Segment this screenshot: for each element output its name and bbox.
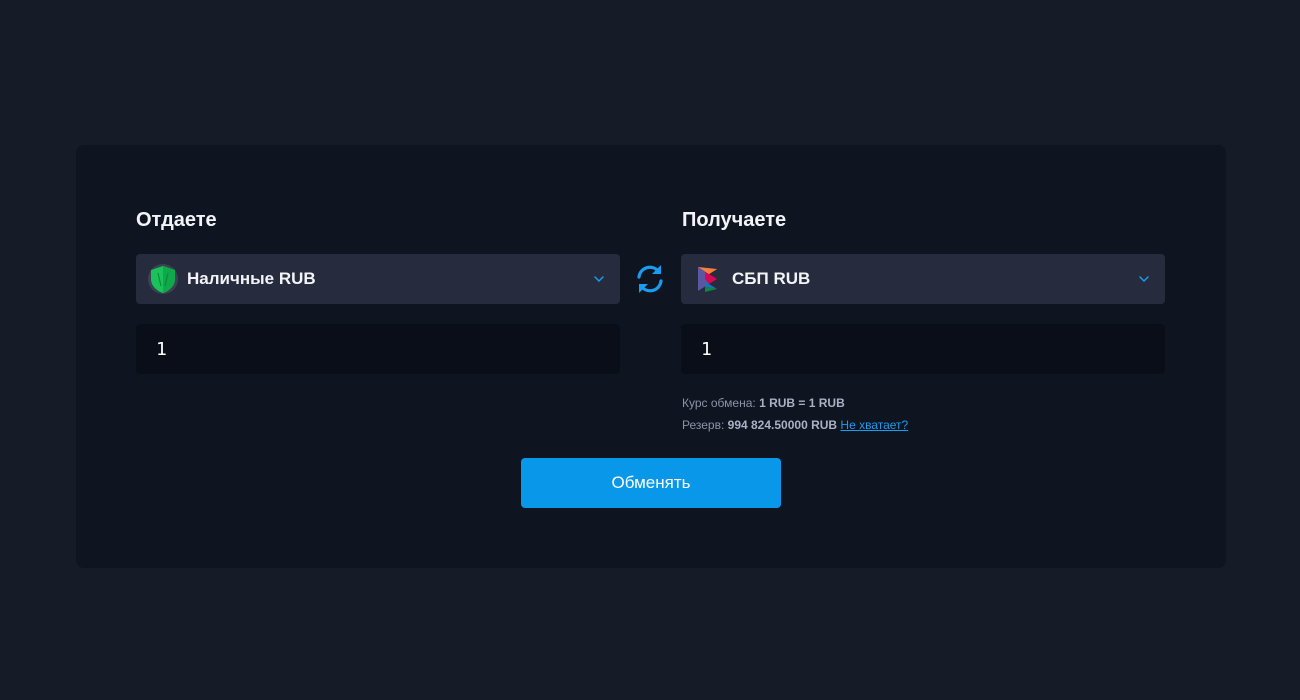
chevron-down-icon bbox=[594, 276, 604, 283]
exchange-card: Отдаете Наличные RUB Получаете СБП bbox=[76, 145, 1226, 568]
receive-currency-label: СБП RUB bbox=[732, 269, 811, 288]
reserve-value: 994 824.50000 RUB bbox=[727, 418, 838, 432]
receive-amount-input[interactable] bbox=[681, 324, 1165, 374]
chevron-down-icon bbox=[1139, 276, 1149, 283]
exchange-rate-info: Курс обмена: 1 RUB = 1 RUB bbox=[682, 396, 845, 410]
swap-arrows-icon[interactable] bbox=[635, 261, 665, 297]
give-amount-input[interactable] bbox=[136, 324, 620, 374]
receive-currency-select[interactable]: СБП RUB bbox=[681, 254, 1165, 304]
give-currency-label: Наличные RUB bbox=[187, 269, 316, 288]
give-title: Отдаете bbox=[136, 209, 217, 231]
give-currency-select[interactable]: Наличные RUB bbox=[136, 254, 620, 304]
reserve-label: Резерв: bbox=[682, 418, 725, 432]
rate-value: 1 RUB = 1 RUB bbox=[759, 396, 845, 410]
exchange-button[interactable]: Обменять bbox=[521, 458, 781, 508]
reserve-info: Резерв: 994 824.50000 RUB Не хватает? bbox=[682, 418, 908, 432]
cash-shield-icon bbox=[148, 264, 178, 294]
sbp-logo-icon bbox=[698, 267, 717, 292]
rate-label: Курс обмена: bbox=[682, 396, 756, 410]
receive-title: Получаете bbox=[682, 209, 787, 231]
not-enough-link[interactable]: Не хватает? bbox=[840, 418, 908, 432]
